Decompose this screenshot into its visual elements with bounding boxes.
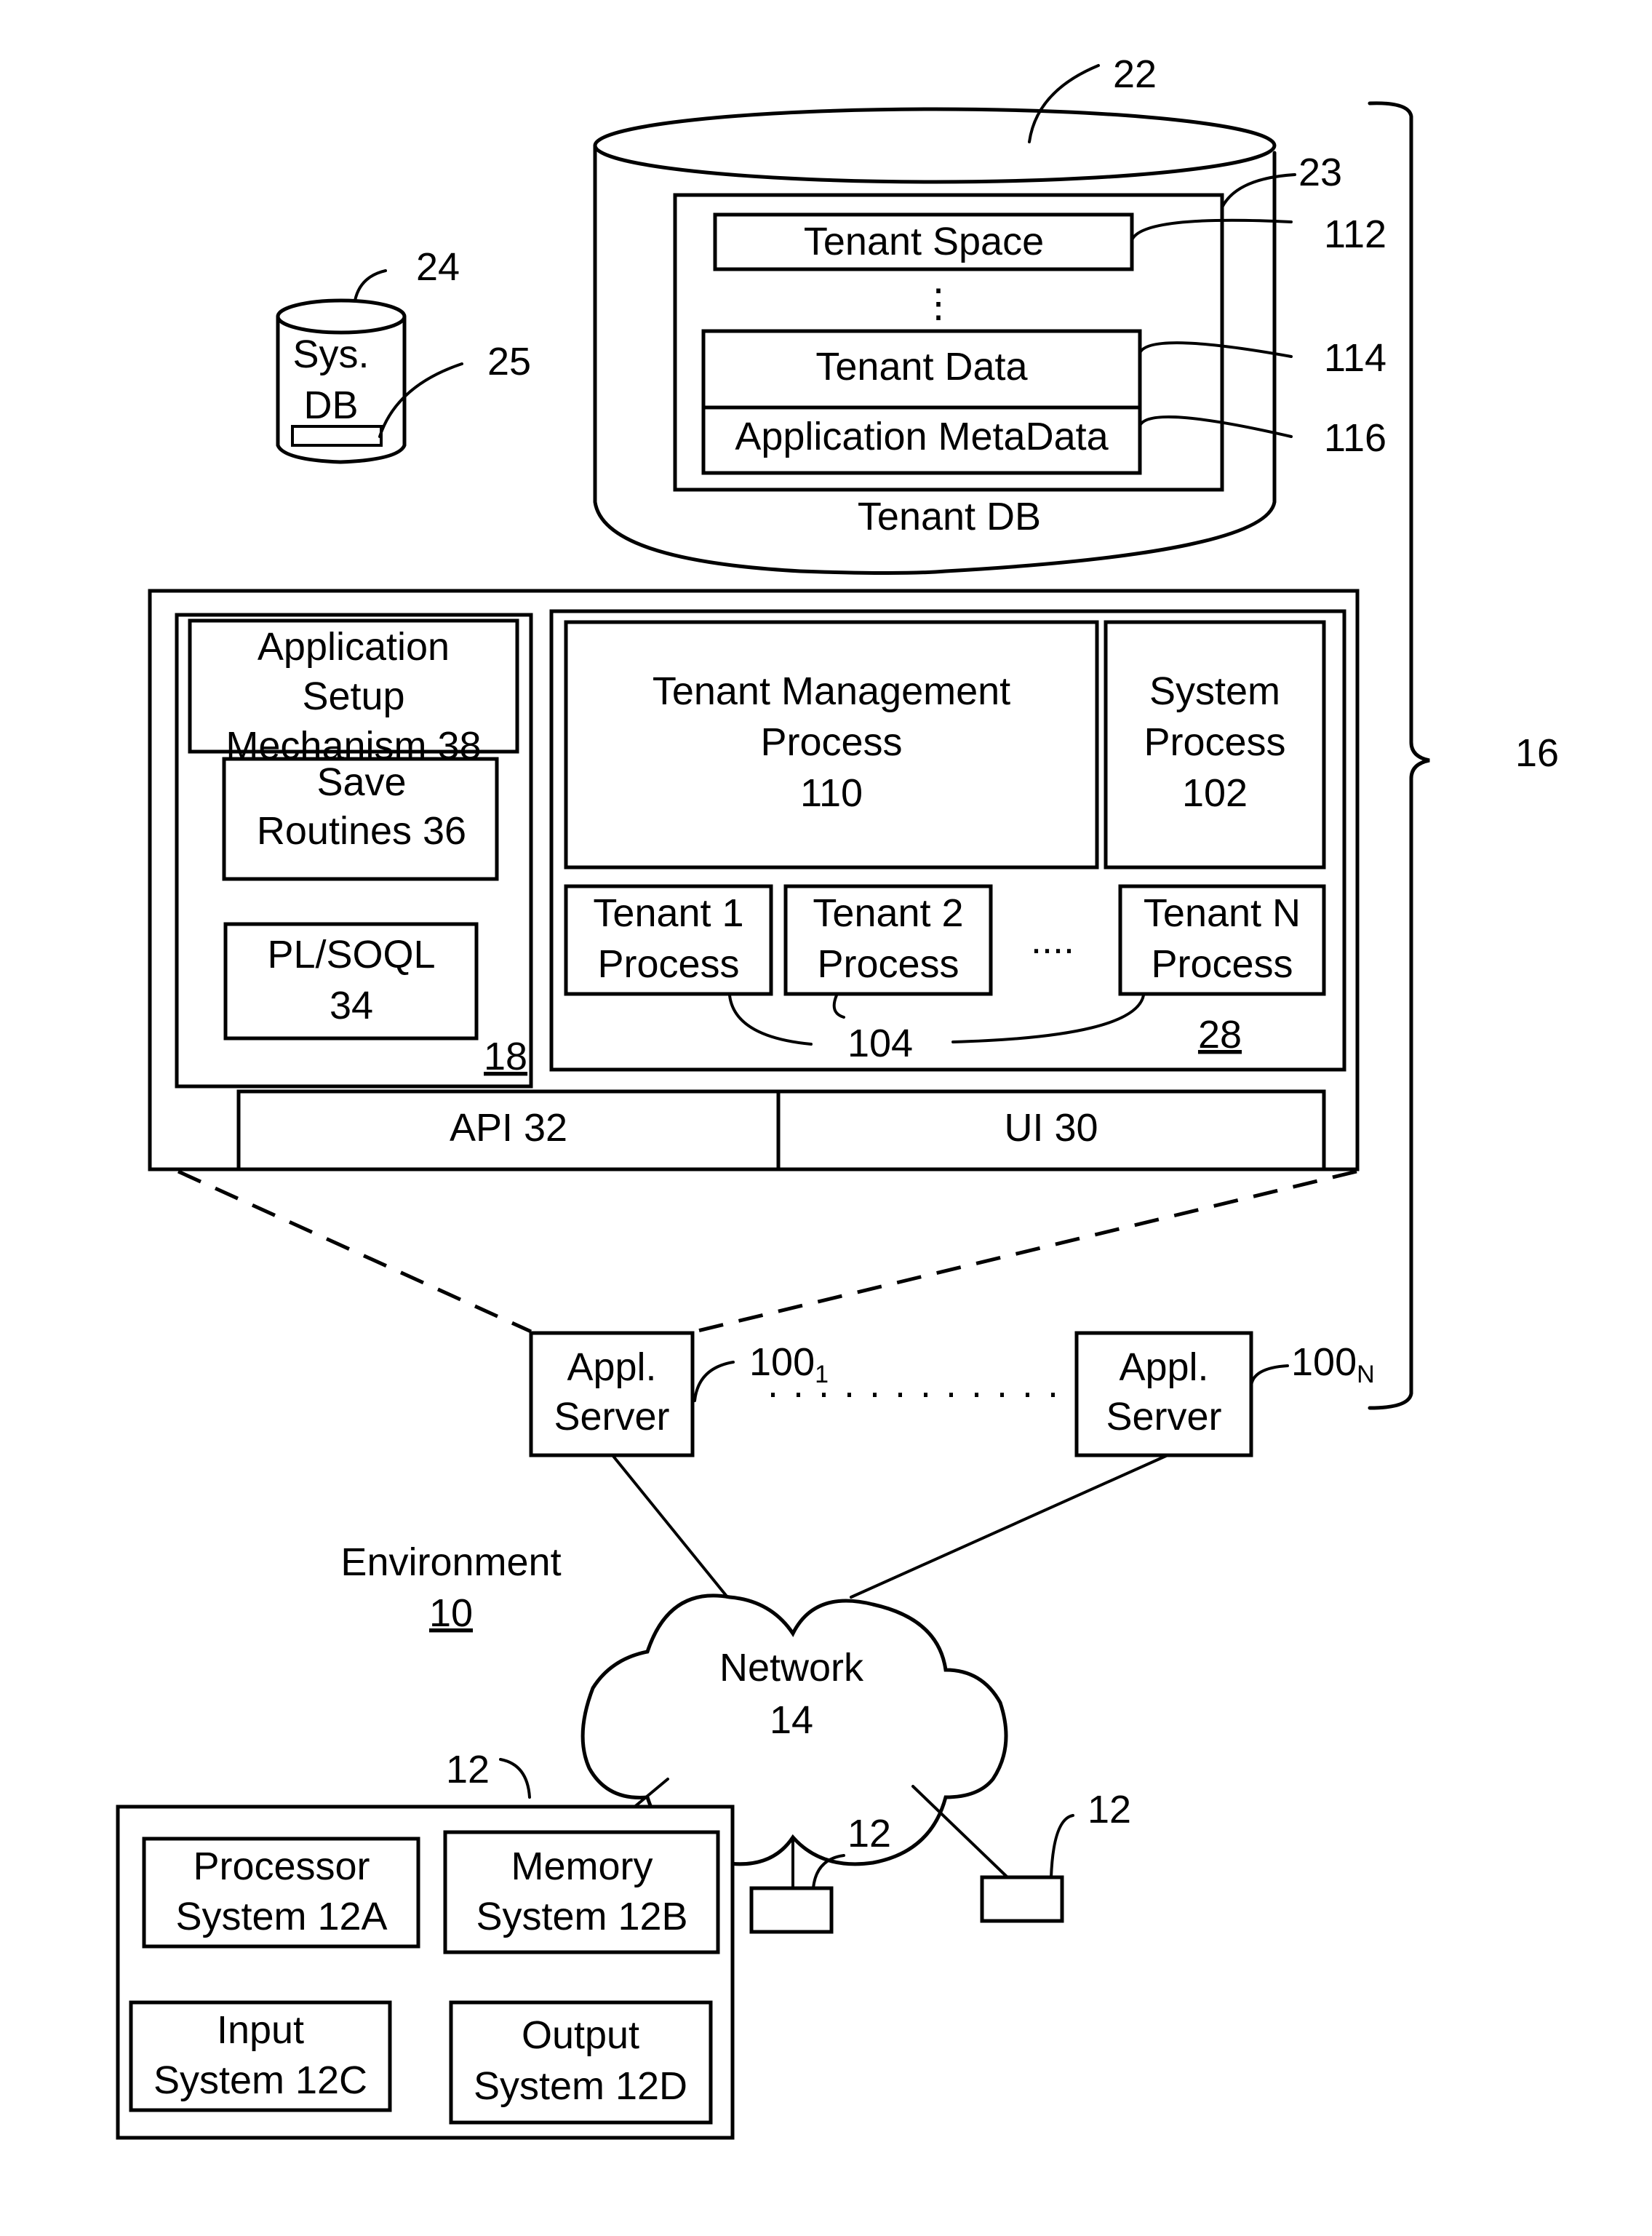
app-server-1-leader — [693, 1361, 735, 1402]
tenant1-line2: Process — [597, 942, 739, 986]
app-server-n-line1: Appl. — [1119, 1345, 1208, 1389]
output-line2: System 12D — [474, 2064, 687, 2108]
app-server-1-ref-sub: 1 — [815, 1361, 829, 1388]
program-code-ref: 18 — [484, 1035, 527, 1078]
user-system-small-2-leader — [1050, 1814, 1074, 1879]
user-system-small-1-box[interactable] — [749, 1886, 834, 1934]
container-leader — [1221, 173, 1296, 209]
tenant2-line2: Process — [817, 942, 959, 986]
system-db-inner-box — [291, 425, 383, 447]
system-process-line3: 102 — [1182, 771, 1248, 815]
tenant-db-top — [593, 107, 1277, 184]
save-routines-line1: Save — [316, 760, 406, 804]
processor-line2: System 12A — [175, 1895, 387, 1938]
environment-diagram: 22 23 Tenant Space 112 ⋮ Tenant Data 114… — [116, 52, 1559, 2140]
save-routines-line2: Routines 36 — [257, 809, 466, 853]
user-system[interactable]: 12 Processor System 12A Memory System 12… — [116, 1748, 735, 2140]
system-db-top — [276, 298, 407, 335]
network-line2: 14 — [770, 1698, 813, 1742]
tenant-mgmt-line3: 110 — [800, 771, 863, 815]
app-server-n[interactable]: Appl. Server 100N — [1074, 1331, 1375, 1457]
expansion-line-right — [694, 1169, 1357, 1334]
memory-line2: System 12B — [476, 1895, 687, 1938]
tenant-mgmt-line1: Tenant Management — [653, 669, 1010, 713]
output-line1: Output — [522, 2013, 639, 2057]
tenantN-line1: Tenant N — [1144, 891, 1301, 935]
plsoql-line2: 34 — [330, 984, 373, 1027]
app-server-n-leader — [1250, 1364, 1289, 1388]
tenant-mgmt-line2: Process — [760, 720, 902, 764]
user-system-ref: 12 — [446, 1748, 490, 1791]
plsoql-line1: PL/SOQL — [267, 933, 435, 976]
user-system-small-2-ref: 12 — [1088, 1788, 1131, 1831]
system-db-leader — [354, 269, 387, 302]
network-line1: Network — [719, 1646, 864, 1690]
app-server-1-line1: Appl. — [567, 1345, 656, 1389]
system-db-inner-leader — [378, 362, 463, 438]
tenant-data-label: Tenant Data — [815, 345, 1028, 389]
user-system-leader — [499, 1758, 531, 1799]
expansion-line-left — [177, 1169, 532, 1334]
user-system-small-1-ref: 12 — [847, 1812, 891, 1855]
environment-ref: 10 — [429, 1591, 473, 1635]
tenant-data-ref: 114 — [1324, 336, 1386, 380]
tenant2-line1: Tenant 2 — [813, 891, 963, 935]
app-server-n-ref: 100N — [1291, 1340, 1375, 1388]
user-system-small-1-leader — [812, 1854, 845, 1890]
memory-line1: Memory — [511, 1845, 653, 1888]
tenant-db: 22 23 Tenant Space 112 ⋮ Tenant Data 114… — [593, 52, 1386, 575]
system-db-ref: 24 — [416, 245, 460, 289]
app-server-n-line2: Server — [1106, 1395, 1221, 1439]
user-system-small-2-box[interactable] — [980, 1875, 1064, 1923]
input-line2: System 12C — [153, 2058, 367, 2102]
tenant-ellipsis: ⋮ — [919, 282, 958, 325]
tenant-db-caption: Tenant DB — [858, 495, 1041, 538]
input-line1: Input — [217, 2008, 304, 2052]
tenantN-line2: Process — [1151, 942, 1293, 986]
tenant-dots: .... — [1031, 918, 1074, 962]
system-bracket: 16 — [1368, 101, 1559, 1410]
tenant-db-ref: 22 — [1113, 52, 1157, 96]
app-server-1[interactable]: Appl. Server 1001 — [529, 1331, 829, 1457]
ui-label: UI 30 — [1004, 1106, 1098, 1150]
link-server1-network — [611, 1454, 729, 1599]
app-metadata-label: Application MetaData — [735, 415, 1109, 458]
app-server-detail: Application Setup Mechanism 38 Save Rout… — [148, 589, 1360, 1171]
system-db-line1: Sys. — [292, 333, 369, 376]
system-db-line2: DB — [303, 383, 358, 427]
tenant-space-ref: 112 — [1324, 212, 1386, 256]
app-server-n-ref-number: 100 — [1291, 1340, 1357, 1384]
system-process-line1: System — [1149, 669, 1280, 713]
system-db: 24 Sys. DB 25 — [276, 245, 531, 464]
curly-brace — [1368, 101, 1430, 1410]
app-server-1-ref-number: 100 — [749, 1340, 815, 1384]
processor-line1: Processor — [193, 1845, 370, 1888]
container-ref: 23 — [1298, 151, 1342, 194]
app-setup-line2: Setup — [302, 675, 404, 718]
app-metadata-ref: 116 — [1324, 416, 1386, 460]
api-label: API 32 — [450, 1106, 567, 1150]
user-system-small-2[interactable]: 12 — [980, 1788, 1131, 1923]
link-serverN-network — [850, 1454, 1169, 1599]
tenant-db-leader — [1028, 64, 1100, 143]
tenant-processes-ref: 104 — [847, 1022, 913, 1065]
system-ref: 16 — [1515, 731, 1559, 775]
system-process-line2: Process — [1144, 720, 1285, 764]
tenant1-line1: Tenant 1 — [593, 891, 743, 935]
app-server-1-line2: Server — [554, 1395, 669, 1439]
process-space-ref: 28 — [1198, 1013, 1242, 1057]
app-setup-line1: Application — [258, 625, 450, 669]
user-system-small-1[interactable]: 12 — [749, 1812, 891, 1934]
environment-label: Environment — [340, 1540, 561, 1584]
app-server-1-ref: 1001 — [749, 1340, 829, 1388]
app-server-n-ref-sub: N — [1357, 1361, 1375, 1388]
tenant-space-label: Tenant Space — [804, 220, 1044, 263]
system-db-inner-ref: 25 — [487, 340, 531, 383]
